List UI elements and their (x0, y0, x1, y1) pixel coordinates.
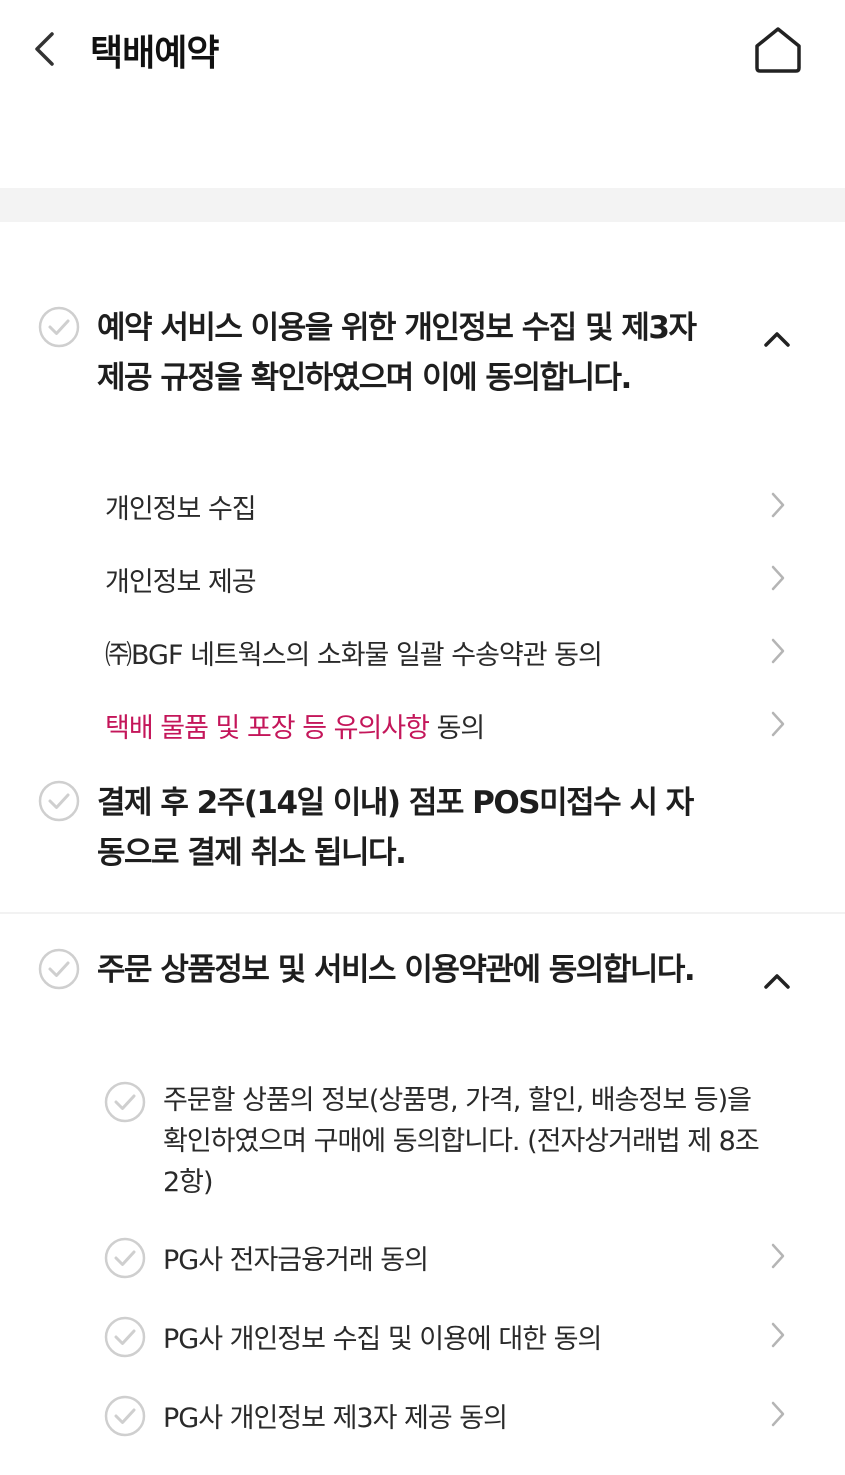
consent-item-personal-info-provision[interactable]: 개인정보 제공 (105, 560, 257, 599)
chevron-left-icon (35, 32, 54, 66)
pg-e-finance-checkbox[interactable] (104, 1237, 146, 1279)
chevron-right-icon[interactable] (768, 1319, 788, 1351)
chevron-right-icon[interactable] (768, 489, 788, 521)
pg-third-party-checkbox[interactable] (104, 1395, 146, 1437)
check-circle-icon (104, 1081, 146, 1123)
consent-item-packaging-notice[interactable]: 택배 물품 및 포장 등 유의사항 동의 (105, 706, 486, 745)
chevron-right-icon[interactable] (768, 635, 788, 667)
chevron-right-icon[interactable] (768, 708, 788, 740)
section-separator (0, 188, 845, 222)
pg-privacy-collection-checkbox[interactable] (104, 1316, 146, 1358)
order-info-consent-label[interactable]: 주문할 상품의 정보(상품명, 가격, 할인, 배송정보 등)을 확인하였으며 … (163, 1080, 763, 1203)
chevron-up-icon (764, 974, 790, 989)
check-circle-icon (104, 1395, 146, 1437)
check-circle-icon (104, 1316, 146, 1358)
chevron-right-icon[interactable] (768, 1240, 788, 1272)
section-3-title[interactable]: 주문 상품정보 및 서비스 이용약관에 동의합니다. (97, 945, 717, 995)
page-title: 택배예약 (90, 33, 219, 74)
consent-item-shipping-terms[interactable]: ㈜BGF 네트웍스의 소화물 일괄 수송약관 동의 (105, 633, 603, 672)
app-header: 택배예약 (0, 0, 845, 100)
pg-privacy-collection-consent-label[interactable]: PG사 개인정보 수집 및 이용에 대한 동의 (163, 1317, 602, 1356)
pg-e-finance-consent-label[interactable]: PG사 전자금융거래 동의 (163, 1238, 429, 1277)
section-1-checkbox[interactable] (38, 306, 80, 348)
chevron-up-icon (764, 332, 790, 347)
order-info-checkbox[interactable] (104, 1081, 146, 1123)
home-icon (755, 27, 801, 73)
section-2-checkbox[interactable] (38, 780, 80, 822)
consent-item-personal-info-collection[interactable]: 개인정보 수집 (105, 487, 257, 526)
back-button[interactable] (28, 28, 68, 70)
check-circle-icon (38, 306, 80, 348)
section-1-title[interactable]: 예약 서비스 이용을 위한 개인정보 수집 및 제3자 제공 규정을 확인하였으… (97, 303, 717, 403)
check-circle-icon (38, 780, 80, 822)
chevron-right-icon[interactable] (768, 562, 788, 594)
label-text: 동의 (429, 713, 486, 744)
divider (0, 912, 845, 914)
section-3-checkbox[interactable] (38, 948, 80, 990)
pg-third-party-consent-label[interactable]: PG사 개인정보 제3자 제공 동의 (163, 1396, 508, 1435)
check-circle-icon (38, 948, 80, 990)
highlight-text: 택배 물품 및 포장 등 유의사항 (105, 713, 430, 744)
section-1-collapse-toggle[interactable] (760, 326, 794, 350)
check-circle-icon (104, 1237, 146, 1279)
section-3-collapse-toggle[interactable] (760, 968, 794, 992)
chevron-right-icon[interactable] (768, 1398, 788, 1430)
home-button[interactable] (752, 24, 804, 76)
section-2-title[interactable]: 결제 후 2주(14일 이내) 점포 POS미접수 시 자동으로 결제 취소 됩… (97, 778, 717, 878)
